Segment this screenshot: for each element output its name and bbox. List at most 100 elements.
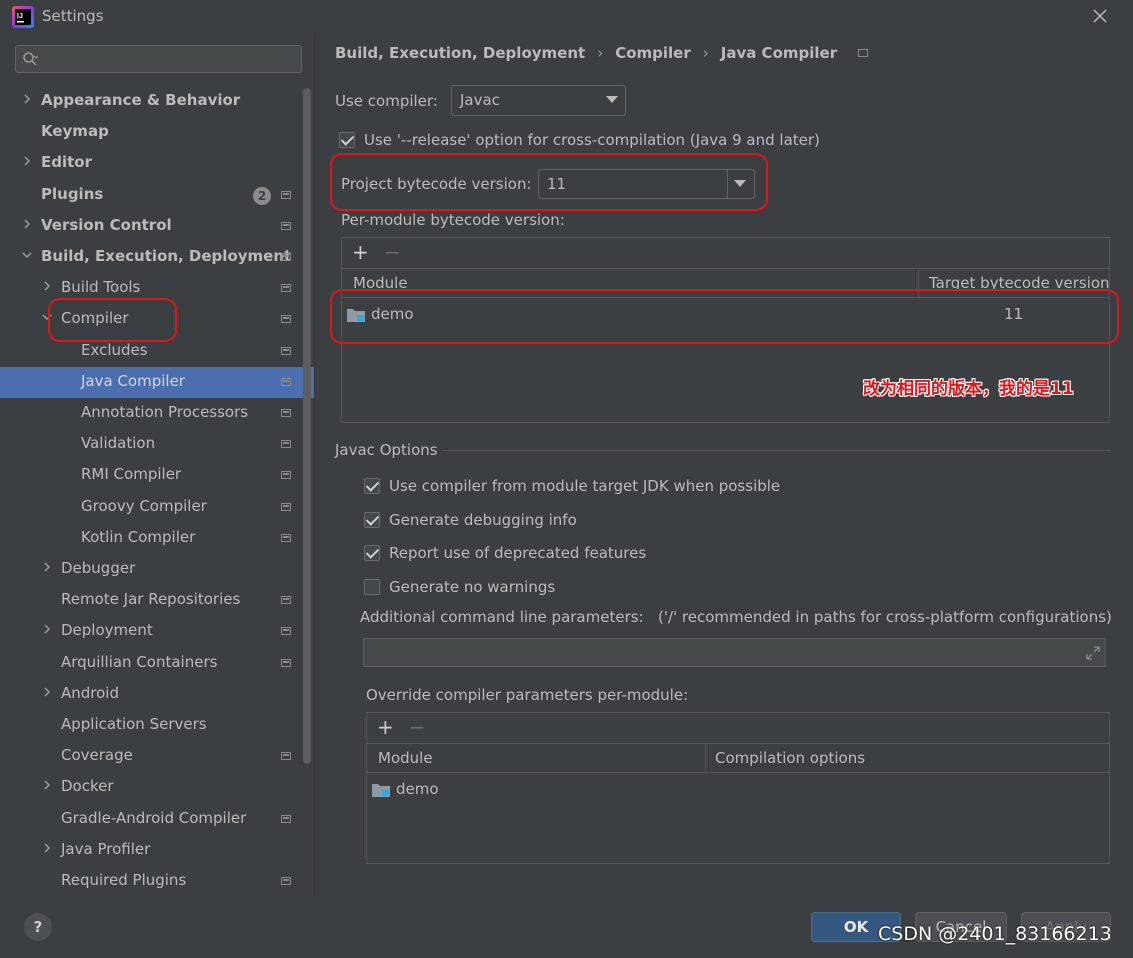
sidebar-item-android[interactable]: Android bbox=[0, 679, 314, 710]
sidebar-item-application-servers[interactable]: Application Servers bbox=[0, 710, 314, 741]
sidebar-item-debugger[interactable]: Debugger bbox=[0, 554, 314, 585]
add-icon[interactable]: + bbox=[377, 715, 394, 739]
sidebar-item-label: Arquillian Containers bbox=[61, 652, 218, 671]
project-scope-icon bbox=[281, 190, 291, 199]
sidebar-item-label: Annotation Processors bbox=[81, 403, 249, 421]
sidebar-item-annotation-processors[interactable]: Annotation Processors bbox=[0, 398, 314, 429]
remove-icon[interactable]: − bbox=[384, 240, 401, 264]
table-toolbar: + − bbox=[342, 238, 1109, 268]
breadcrumb-item: Java Compiler bbox=[720, 44, 838, 62]
column-header-module[interactable]: Module bbox=[378, 749, 433, 767]
sidebar-item-java-profiler[interactable]: Java Profiler bbox=[0, 835, 314, 866]
column-header-target[interactable]: Target bytecode version bbox=[929, 274, 1110, 292]
project-scope-icon bbox=[281, 752, 291, 761]
sidebar-scrollbar[interactable] bbox=[303, 88, 311, 764]
sidebar-item-kotlin-compiler[interactable]: Kotlin Compiler bbox=[0, 523, 314, 554]
help-button[interactable]: ? bbox=[24, 913, 52, 941]
javac-option-label: Report use of deprecated features bbox=[389, 544, 647, 562]
sidebar-item-keymap[interactable]: Keymap bbox=[0, 117, 314, 148]
project-bytecode-select[interactable]: 11 bbox=[538, 169, 755, 199]
search-icon bbox=[23, 52, 38, 66]
sidebar-item-compiler[interactable]: Compiler bbox=[0, 304, 314, 335]
section-divider bbox=[443, 450, 1111, 451]
remove-icon[interactable]: − bbox=[409, 715, 426, 739]
sidebar-item-label: Version Control bbox=[41, 215, 172, 234]
expand-icon[interactable] bbox=[1085, 645, 1101, 661]
release-option-label: Use '--release' option for cross-compila… bbox=[364, 131, 820, 149]
sidebar-item-arquillian-containers[interactable]: Arquillian Containers bbox=[0, 648, 314, 679]
chevron-right-icon[interactable] bbox=[21, 219, 33, 233]
sidebar-item-validation[interactable]: Validation bbox=[0, 429, 314, 460]
breadcrumb-separator: › bbox=[597, 44, 604, 62]
sidebar-item-groovy-compiler[interactable]: Groovy Compiler bbox=[0, 492, 314, 523]
sidebar-item-required-plugins[interactable]: Required Plugins bbox=[0, 866, 314, 897]
sidebar-item-java-compiler[interactable]: Java Compiler bbox=[0, 366, 314, 398]
chevron-right-icon[interactable] bbox=[21, 156, 33, 170]
window-title: Settings bbox=[42, 7, 104, 25]
chevron-right-icon[interactable] bbox=[41, 843, 53, 857]
javac-option-checkbox[interactable] bbox=[364, 579, 380, 595]
combo-divider bbox=[727, 170, 728, 198]
module-name: demo bbox=[371, 305, 414, 323]
project-scope-icon bbox=[281, 440, 291, 449]
sidebar-item-docker[interactable]: Docker bbox=[0, 772, 314, 803]
project-scope-icon bbox=[281, 346, 291, 355]
sidebar-item-rmi-compiler[interactable]: RMI Compiler bbox=[0, 460, 314, 491]
sidebar-item-remote-jar-repositories[interactable]: Remote Jar Repositories bbox=[0, 585, 314, 616]
chevron-right-icon[interactable] bbox=[41, 687, 53, 701]
close-button[interactable] bbox=[1086, 3, 1114, 29]
column-header-options[interactable]: Compilation options bbox=[715, 749, 865, 767]
sidebar-item-version-control[interactable]: Version Control bbox=[0, 211, 314, 242]
chevron-down-icon[interactable] bbox=[41, 312, 53, 326]
sidebar-item-coverage[interactable]: Coverage bbox=[0, 741, 314, 772]
close-icon[interactable] bbox=[1093, 9, 1107, 23]
sidebar-item-label: Debugger bbox=[61, 559, 136, 577]
breadcrumb-item[interactable]: Compiler bbox=[615, 44, 691, 62]
chevron-right-icon[interactable] bbox=[21, 94, 33, 108]
cmd-params-input[interactable] bbox=[363, 638, 1106, 667]
column-header-module[interactable]: Module bbox=[353, 274, 408, 292]
sidebar-item-editor[interactable]: Editor bbox=[0, 148, 314, 179]
sidebar-item-label: Android bbox=[61, 683, 119, 702]
target-version[interactable]: 11 bbox=[1004, 305, 1023, 323]
table-header: Module Compilation options bbox=[367, 743, 1109, 774]
use-compiler-select[interactable]: Javac bbox=[451, 85, 626, 116]
javac-option-checkbox[interactable] bbox=[364, 545, 380, 561]
sidebar-item-label: Coverage bbox=[61, 746, 133, 765]
settings-sidebar: Appearance & Behavior Keymap Editor Plugins… bbox=[0, 34, 315, 896]
chevron-right-icon[interactable] bbox=[41, 281, 53, 295]
sidebar-item-excludes[interactable]: Excludes bbox=[0, 336, 314, 367]
add-icon[interactable]: + bbox=[352, 240, 369, 264]
search-input[interactable] bbox=[15, 45, 302, 73]
annotation-text: 改为相同的版本，我的是11 bbox=[863, 379, 1074, 399]
use-compiler-label: Use compiler: bbox=[335, 92, 438, 110]
sidebar-item-build-execution-deployment[interactable]: Build, Execution, Deployment bbox=[0, 242, 314, 273]
sidebar-item-plugins[interactable]: Plugins 2 bbox=[0, 180, 314, 211]
javac-option-checkbox[interactable] bbox=[364, 512, 380, 528]
sidebar-item-label: RMI Compiler bbox=[81, 465, 182, 484]
breadcrumb-item[interactable]: Build, Execution, Deployment bbox=[335, 44, 585, 62]
sidebar-item-gradle-android-compiler[interactable]: Gradle-Android Compiler bbox=[0, 804, 314, 835]
javac-options-title: Javac Options bbox=[335, 441, 438, 459]
sidebar-item-label: Plugins bbox=[41, 184, 104, 203]
chevron-right-icon[interactable] bbox=[41, 624, 53, 638]
sidebar-item-build-tools[interactable]: Build Tools bbox=[0, 273, 314, 304]
chevron-right-icon[interactable] bbox=[41, 562, 53, 576]
sidebar-item-appearance-behavior[interactable]: Appearance & Behavior bbox=[0, 86, 314, 117]
project-scope-icon bbox=[281, 502, 291, 511]
table-row[interactable]: demo 11 bbox=[342, 300, 1109, 330]
chevron-right-icon[interactable] bbox=[41, 780, 53, 794]
sidebar-item-label: Application Servers bbox=[61, 715, 207, 733]
table-row[interactable]: demo bbox=[367, 775, 1109, 805]
javac-option-checkbox[interactable] bbox=[364, 478, 380, 494]
sidebar-item-deployment[interactable]: Deployment bbox=[0, 616, 314, 647]
javac-option-label: Generate no warnings bbox=[389, 578, 556, 596]
project-scope-icon bbox=[281, 253, 291, 261]
override-params-label: Override compiler parameters per-module: bbox=[366, 686, 689, 704]
chevron-down-icon bbox=[734, 180, 746, 187]
chevron-down-icon[interactable] bbox=[21, 250, 33, 264]
module-folder-icon bbox=[347, 309, 365, 322]
release-option-checkbox[interactable] bbox=[339, 132, 355, 148]
sidebar-item-label: Kotlin Compiler bbox=[81, 527, 196, 546]
sidebar-item-label: Gradle-Android Compiler bbox=[61, 808, 247, 827]
